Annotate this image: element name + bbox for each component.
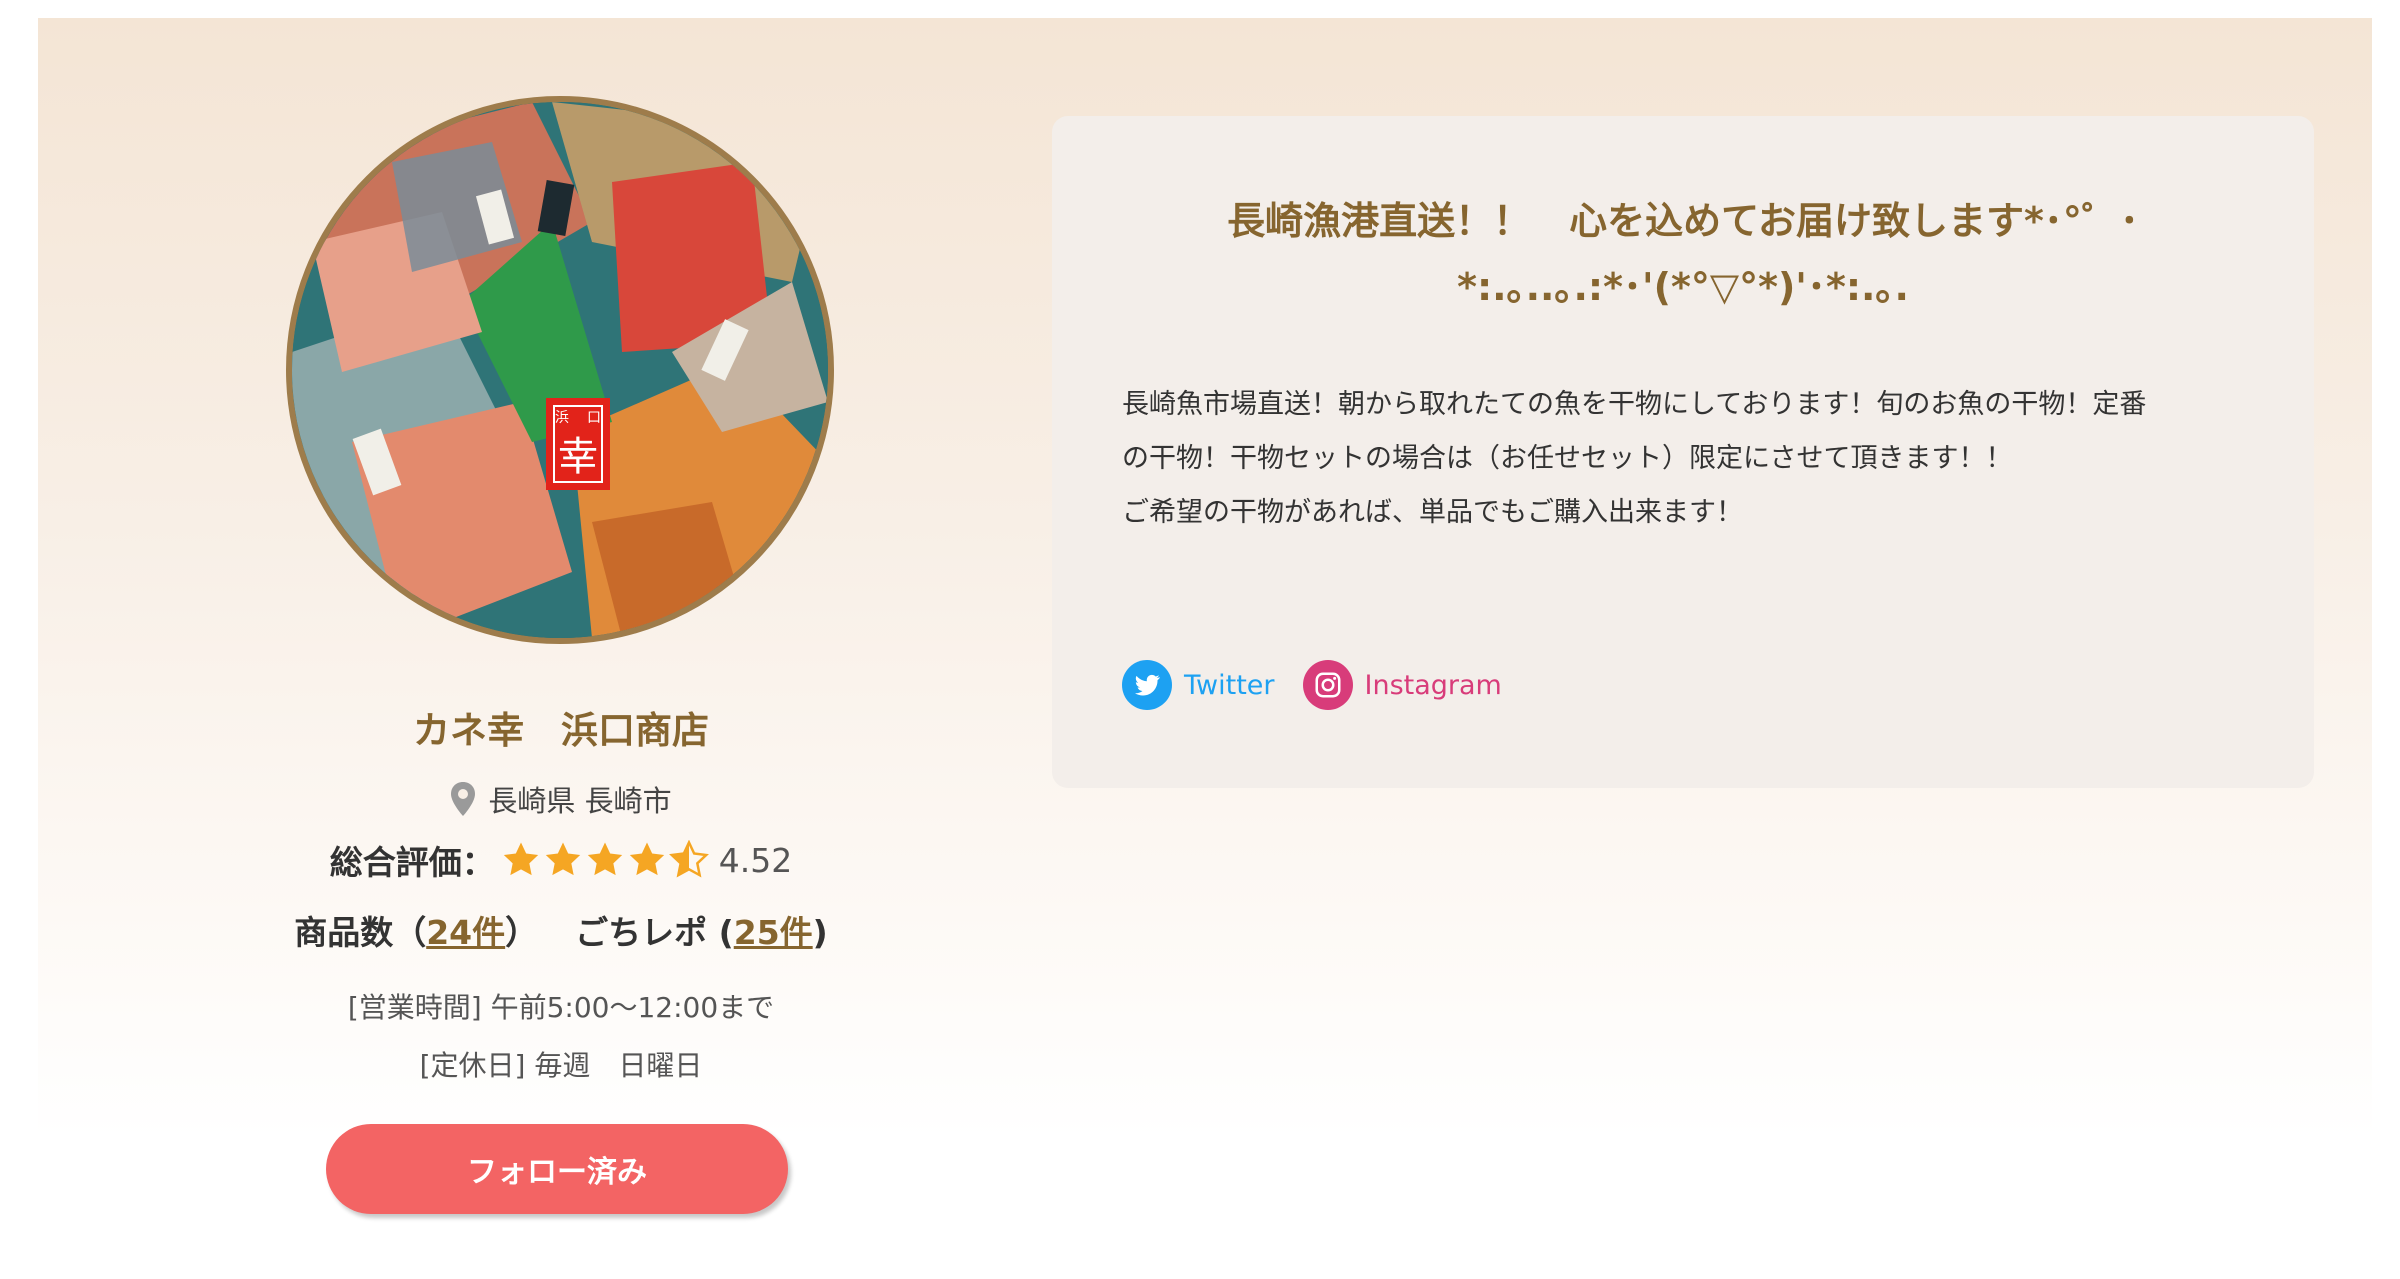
overall-rating: 総合評価： 4.52 (216, 836, 906, 884)
products-label: 商品数（ (294, 913, 427, 952)
star-icon (503, 842, 538, 876)
description-line-2: の干物！干物セットの場合は（お任せセット）限定にさせて頂きます！！ (1122, 443, 2013, 474)
shop-avatar: 幸 浜 口 (286, 96, 834, 644)
shop-description-card: 長崎漁港直送！！ 心を込めてお届け致します*･°゜･ *:.｡..｡.:*･'(… (1052, 116, 2314, 788)
social-links: Twitter Instagram (1122, 660, 1502, 710)
reviews-label: ごちレポ ( (575, 913, 734, 952)
business-hours: [営業時間] 午前5:00～12:00まで (347, 991, 775, 1024)
shop-counts: 商品数（24件） ごちレポ (25件) (216, 906, 906, 954)
reviews-count-link[interactable]: 25件 (734, 913, 813, 952)
location-text: 長崎県 長崎市 (488, 784, 672, 818)
rating-value: 4.52 (718, 840, 793, 880)
twitter-label: Twitter (1184, 669, 1275, 701)
instagram-label: Instagram (1364, 669, 1502, 701)
half-star-icon (668, 840, 709, 878)
dried-fish-product-image: 幸 浜 口 (292, 102, 828, 638)
badge-small-right: 口 (587, 410, 601, 426)
star-icon (587, 842, 622, 876)
rating-label: 総合評価： (329, 843, 495, 882)
badge-char: 幸 (558, 434, 598, 480)
headline-line-2: *:.｡..｡.:*･'(*°▽°*)'･*:.｡. (1457, 265, 1909, 309)
products-close: ） (505, 913, 539, 952)
shop-name: カネ幸 浜口商店 (413, 709, 709, 752)
headline-line-1: 長崎漁港直送！！ 心を込めてお届け致します*･°゜･ (1227, 199, 2139, 243)
shop-location: 長崎県 長崎市 (216, 778, 906, 820)
description-line-3: ご希望の干物があれば、単品でもご購入出来ます！ (1122, 497, 1743, 528)
rating-stars (501, 840, 709, 880)
regular-holiday: [定休日] 毎週 日曜日 (419, 1049, 703, 1082)
map-pin-icon (450, 782, 476, 816)
description-line-1: 長崎魚市場直送！朝から取れたての魚を干物にしております！旬のお魚の干物！定番 (1122, 389, 2147, 420)
star-icon (545, 842, 580, 876)
shop-description: 長崎魚市場直送！朝から取れたての魚を干物にしております！旬のお魚の干物！定番 の… (1122, 378, 2252, 540)
shop-headline: 長崎漁港直送！！ 心を込めてお届け致します*･°゜･ *:.｡..｡.:*･'(… (1092, 188, 2274, 320)
shop-profile-section: 幸 浜 口 カネ幸 浜口商店 長崎県 長崎市 総合評価： 4.52 商品数（24… (38, 18, 2372, 1214)
products-count-link[interactable]: 24件 (426, 913, 505, 952)
follow-button[interactable]: フォロー済み (326, 1124, 788, 1214)
badge-small-left: 浜 (555, 410, 569, 426)
instagram-link[interactable]: Instagram (1302, 660, 1502, 710)
reviews-close: ) (812, 913, 828, 952)
instagram-camera-icon (1302, 660, 1353, 710)
star-icon (629, 842, 664, 876)
twitter-bird-icon (1122, 660, 1172, 710)
twitter-link[interactable]: Twitter (1122, 660, 1275, 710)
